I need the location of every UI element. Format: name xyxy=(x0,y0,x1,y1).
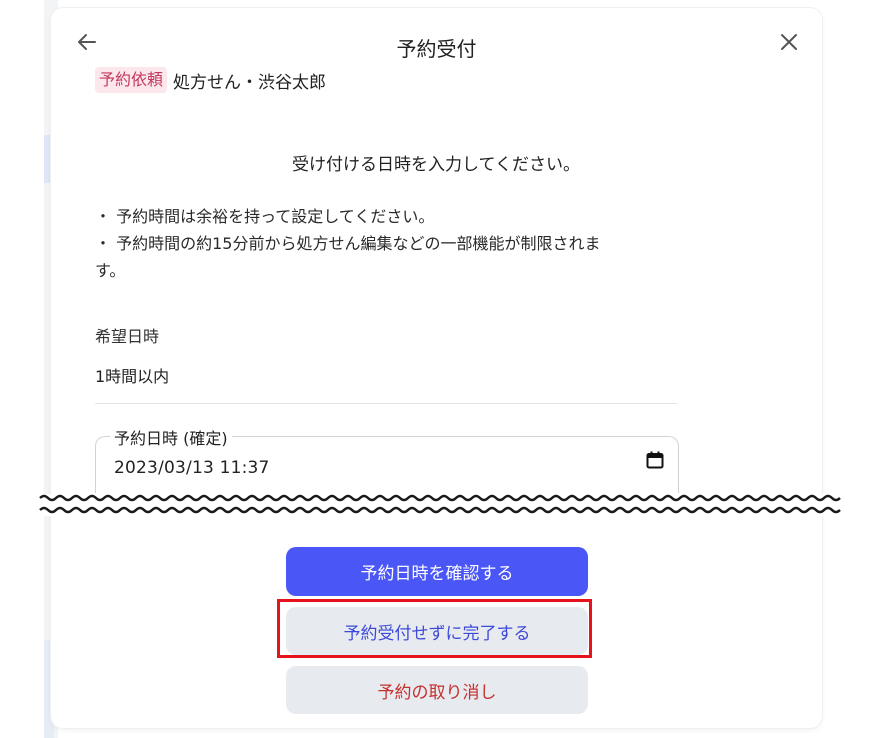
reservation-datetime-label: 予約日時 (確定) xyxy=(110,425,232,449)
note-line: ・ 予約時間の約15分前から処方せん編集などの一部機能が制限されま xyxy=(95,234,601,253)
complete-without-reservation-button[interactable]: 予約受付せずに完了する xyxy=(286,607,588,655)
calendar-icon[interactable] xyxy=(646,451,664,469)
instruction-text: 受け付ける日時を入力してください。 xyxy=(292,155,580,175)
request-summary-text: 処方せん・渋谷太郎 xyxy=(173,72,327,93)
cancel-reservation-button[interactable]: 予約の取り消し xyxy=(286,666,588,714)
divider xyxy=(95,403,677,404)
modal-title: 予約受付 xyxy=(396,37,477,61)
close-icon xyxy=(781,34,797,50)
preferred-datetime-value: 1時間以内 xyxy=(95,367,170,386)
notes-list: ・ 予約時間は余裕を持って設定してください。 ・ 予約時間の約15分前から処方せ… xyxy=(95,203,680,284)
reservation-datetime-value[interactable]: 2023/03/13 11:37 xyxy=(114,458,270,478)
preferred-datetime-label: 希望日時 xyxy=(95,327,160,346)
cut-indicator xyxy=(0,494,872,516)
confirm-datetime-button[interactable]: 予約日時を確認する xyxy=(286,547,588,596)
close-button[interactable] xyxy=(775,28,803,56)
request-tag: 予約依頼 xyxy=(95,67,168,93)
note-line: ・ 予約時間は余裕を持って設定してください。 xyxy=(95,207,435,226)
request-summary: 予約依頼 処方せん・渋谷太郎 xyxy=(95,67,326,93)
note-line: す。 xyxy=(95,261,126,280)
